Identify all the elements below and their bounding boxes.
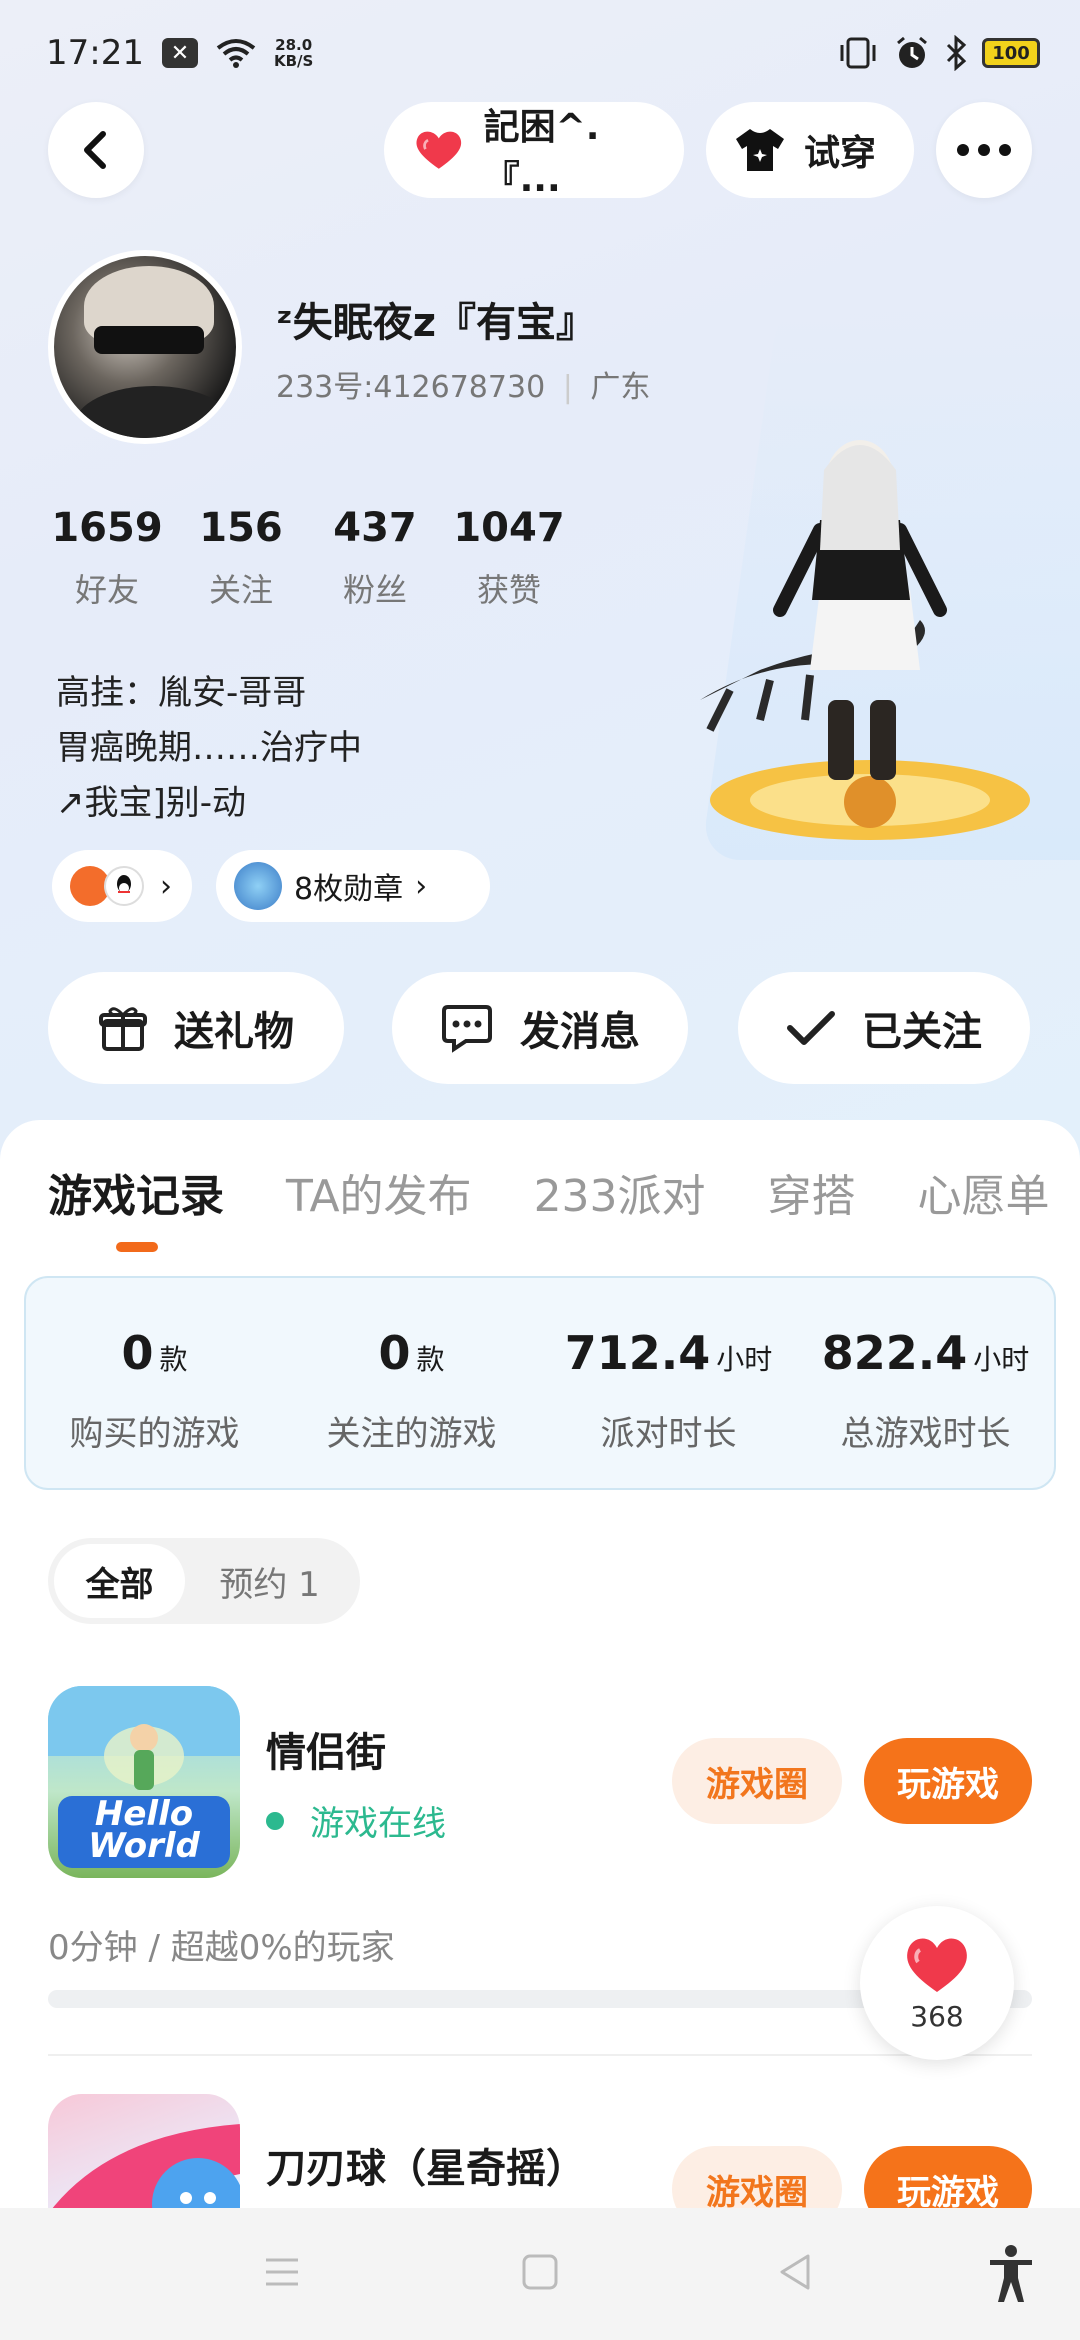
stat-likes[interactable]: 1047 获赞 <box>442 505 576 611</box>
active-tab-indicator <box>116 1242 158 1252</box>
avatar-3d-character[interactable] <box>700 430 1040 850</box>
bluetooth-icon <box>946 35 967 71</box>
qq-icon <box>104 866 144 906</box>
bio-line: ↗我宝]别-动 <box>56 783 247 823</box>
vibrate-icon <box>840 37 876 69</box>
tab-outfits[interactable]: 穿搭 <box>768 1160 856 1224</box>
user-id-line: 233号:412678730 | 广东 <box>276 370 651 405</box>
game-online-status: 游戏在线 <box>266 1796 446 1845</box>
bio-line: 高挂：胤安-哥哥 <box>56 673 307 713</box>
summary-party-time: 712.4 小时 派对时长 <box>564 1326 773 1454</box>
tab-posts[interactable]: TA的发布 <box>286 1160 472 1224</box>
game-playtime: 0分钟 / 超越0%的玩家 <box>48 1928 395 1968</box>
stat-fans[interactable]: 437 粉丝 <box>308 505 442 611</box>
try-on-button[interactable]: 试穿 <box>706 102 914 198</box>
summary-followed-games: 0款 关注的游戏 <box>326 1326 497 1454</box>
bio: 高挂：胤安-哥哥 胃癌晚期……治疗中 ↗我宝]别-动 <box>56 666 362 831</box>
summary-total-game-time: 822.4 小时 总游戏时长 <box>821 1326 1030 1454</box>
stat-following[interactable]: 156 关注 <box>174 505 308 611</box>
status-time: 17:21 <box>46 33 144 73</box>
game-title[interactable]: 刀刃球（星奇摇） <box>266 2136 586 2194</box>
send-message-label: 发消息 <box>520 1009 640 1055</box>
like-count: 368 <box>910 1999 964 2033</box>
heart-icon <box>907 1937 967 1992</box>
chevron-right-icon: › <box>415 868 428 904</box>
home-icon[interactable] <box>520 2252 560 2292</box>
network-speed: 28.0 KB/S <box>273 36 314 70</box>
menu-icon[interactable] <box>262 2252 302 2292</box>
bio-line: 胃癌晚期……治疗中 <box>56 728 362 768</box>
username: ᶻ失眠夜z『有宝』 <box>276 300 596 346</box>
more-options-button[interactable] <box>936 102 1032 198</box>
profile-stats: 1659 好友 156 关注 437 粉丝 1047 获赞 <box>40 505 576 611</box>
checkmark-icon <box>787 1011 835 1045</box>
linked-accounts-button[interactable]: › <box>52 850 192 922</box>
summary-purchased-games: 0款 购买的游戏 <box>69 1326 240 1454</box>
stat-friends[interactable]: 1659 好友 <box>40 505 174 611</box>
medals-label: 8枚勋章 <box>294 872 404 907</box>
followed-label: 已关注 <box>862 1009 982 1055</box>
friend-relation-label: 記困^.『... <box>483 107 600 200</box>
followed-button[interactable]: 已关注 <box>738 972 1030 1084</box>
game-filter: 全部 预约 1 <box>48 1538 360 1624</box>
avatar[interactable] <box>48 250 242 444</box>
game-title[interactable]: 情侣街 <box>266 1720 386 1778</box>
gift-icon <box>99 1007 147 1051</box>
message-icon <box>442 1005 492 1053</box>
back-triangle-icon[interactable] <box>776 2252 816 2292</box>
game-summary-card: 0款 购买的游戏 0款 关注的游戏 712.4 小时 派对时长 822.4 小时 总… <box>24 1276 1056 1490</box>
more-dots-icon <box>957 144 1011 156</box>
notification-x-icon: ✕ <box>161 38 198 68</box>
alarm-icon <box>897 36 927 68</box>
heart-icon <box>416 131 462 169</box>
user-id: 233号:412678730 <box>276 370 546 405</box>
send-message-button[interactable]: 发消息 <box>392 972 688 1084</box>
tshirt-icon <box>736 129 784 171</box>
accessibility-icon[interactable] <box>986 2244 1036 2304</box>
medal-icon <box>234 862 282 910</box>
try-on-label: 试穿 <box>804 133 877 174</box>
list-divider <box>48 2054 1032 2056</box>
tab-wishlist[interactable]: 心愿单 <box>918 1160 1050 1224</box>
wifi-icon <box>216 39 256 68</box>
medals-button[interactable]: 8枚勋章 › <box>216 850 490 922</box>
game-icon-qinglvjie[interactable]: Hello World <box>48 1686 240 1878</box>
like-float-button[interactable]: 368 <box>860 1906 1014 2060</box>
system-navigation-bar <box>0 2208 1080 2340</box>
filter-all[interactable]: 全部 <box>54 1544 186 1618</box>
send-gift-button[interactable]: 送礼物 <box>48 972 344 1084</box>
tab-game-records[interactable]: 游戏记录 <box>48 1160 224 1224</box>
friend-relation-button[interactable]: 記困^.『... <box>384 102 684 200</box>
status-bar: 17:21 ✕ 28.0 KB/S 100 <box>46 28 1040 78</box>
game-circle-button[interactable]: 游戏圈 <box>672 1738 842 1824</box>
play-game-button[interactable]: 玩游戏 <box>864 1738 1032 1824</box>
game-icon-text: World <box>88 1826 200 1866</box>
back-button[interactable] <box>48 102 144 198</box>
battery-icon: 100 <box>982 38 1040 68</box>
profile-tabs: 游戏记录 TA的发布 233派对 穿搭 心愿单 <box>48 1160 1080 1224</box>
tab-party[interactable]: 233派对 <box>534 1160 706 1224</box>
send-gift-label: 送礼物 <box>174 1009 294 1055</box>
filter-reserved[interactable]: 预约 1 <box>185 1544 354 1618</box>
online-dot-icon <box>266 1811 284 1830</box>
chevron-right-icon: › <box>160 868 172 904</box>
back-arrow-icon <box>84 131 106 169</box>
user-region: 广东 <box>590 370 651 405</box>
